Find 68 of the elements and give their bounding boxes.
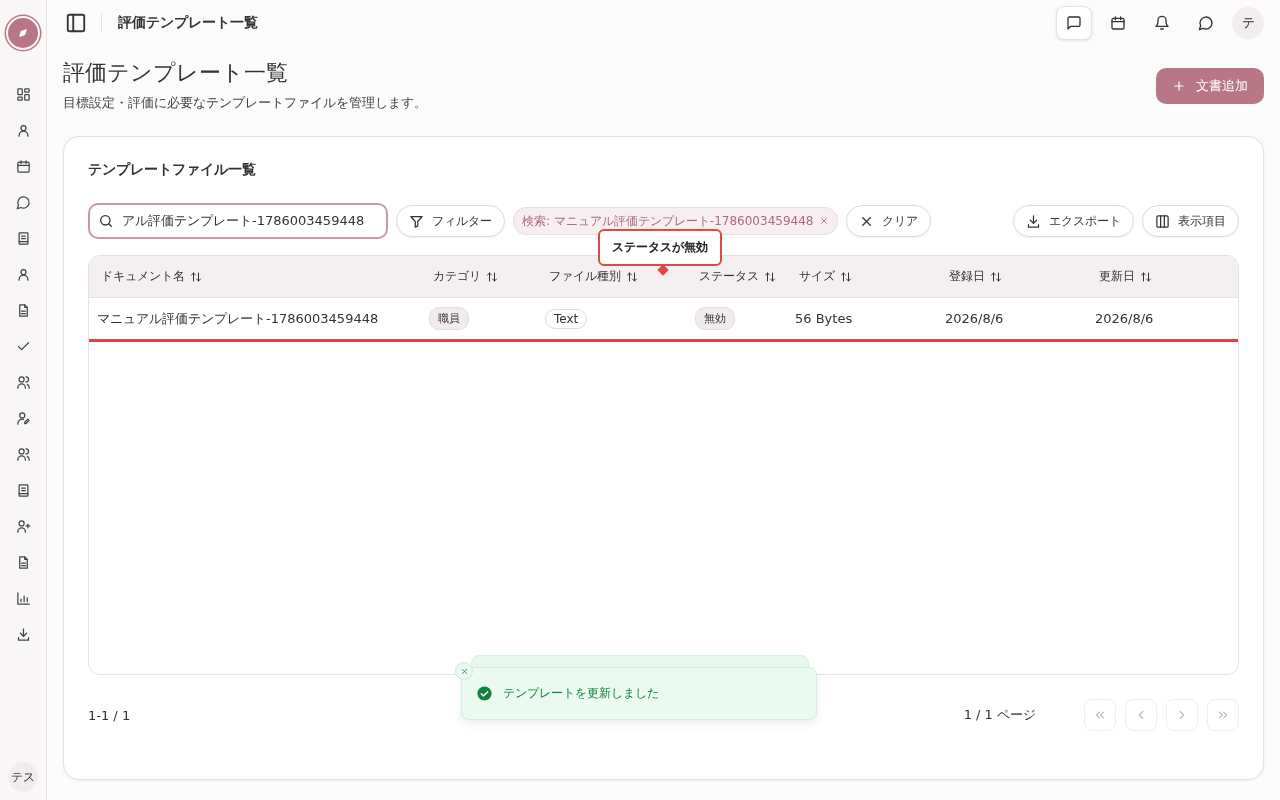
sort-icon	[626, 270, 638, 283]
page-indicator: 1 / 1 ページ	[963, 706, 1036, 724]
column-header[interactable]: ドキュメント名	[101, 268, 185, 285]
remove-filter-button[interactable]	[819, 216, 830, 226]
table-cell-text: 2026/8/6	[1095, 311, 1155, 326]
columns-icon	[1155, 213, 1170, 229]
tooltip-pointer	[657, 264, 669, 276]
table-cell-text: 2026/8/6	[945, 311, 1005, 326]
clear-button[interactable]: クリア	[846, 205, 932, 237]
page-heading: 評価テンプレート一覧	[63, 59, 289, 87]
sort-icon	[990, 270, 1002, 283]
page-title: 評価テンプレート一覧	[118, 14, 258, 32]
toolbar-button[interactable]	[1056, 6, 1092, 40]
export-button[interactable]: エクスポート	[1013, 205, 1134, 237]
result-range: 1-1 / 1	[88, 707, 131, 723]
column-header[interactable]: 更新日	[1099, 268, 1135, 285]
funnel-icon	[409, 213, 424, 229]
users-icon	[15, 374, 31, 390]
chat-bubble-icon	[15, 194, 31, 210]
tooltip: ステータスが無効	[598, 229, 722, 266]
download-icon	[15, 626, 31, 642]
dashboard-icon	[15, 86, 31, 102]
user-add-icon	[15, 518, 31, 534]
toast-message: テンプレートを更新しました	[503, 685, 659, 702]
table-cell-text: マニュアル評価テンプレート-1786003459448	[97, 309, 380, 328]
columns-button[interactable]: 表示項目	[1142, 205, 1239, 237]
bar-chart-icon	[15, 590, 31, 606]
close-icon	[459, 666, 469, 676]
close-icon	[819, 216, 830, 226]
sort-icon	[486, 270, 498, 283]
compass-logo[interactable]	[6, 16, 40, 50]
column-header[interactable]: カテゴリ	[433, 268, 481, 285]
status-tag: 無効	[695, 307, 735, 330]
filter-chip-label: 検索: マニュアル評価テンプレート-1786003459448	[522, 212, 814, 230]
user-avatar[interactable]: テス	[8, 762, 38, 792]
table-cell-text: 56 Bytes	[795, 311, 854, 326]
column-header[interactable]: サイズ	[799, 268, 835, 285]
message-icon	[1066, 15, 1082, 31]
bell-icon	[1154, 15, 1170, 31]
chevron-icon	[1093, 708, 1107, 722]
plus-icon	[1172, 79, 1186, 93]
notebook-icon	[15, 482, 31, 498]
download-icon	[1026, 213, 1041, 229]
file-type-tag: Text	[545, 308, 588, 329]
filter-button[interactable]: フィルター	[396, 205, 505, 237]
calendar-icon	[1110, 15, 1126, 31]
sort-icon	[840, 270, 852, 283]
sort-icon	[190, 270, 202, 283]
check-circle-icon	[476, 685, 493, 702]
column-header[interactable]: ファイル種別	[549, 268, 621, 285]
user-icon	[15, 266, 31, 282]
sidebar-icon	[65, 12, 87, 34]
notebook-icon	[15, 230, 31, 246]
user-avatar[interactable]: テ	[1232, 7, 1264, 39]
column-header[interactable]: 登録日	[949, 268, 985, 285]
search-field[interactable]: アル評価テンプレート-1786003459448	[88, 203, 388, 239]
users-icon	[15, 446, 31, 462]
user-icon	[15, 122, 31, 138]
chevron-icon	[1216, 708, 1230, 722]
sort-icon	[764, 270, 776, 283]
user-edit-icon	[15, 410, 31, 426]
calendar-icon	[15, 158, 31, 174]
category-tag: 職員	[429, 307, 469, 330]
page-description: 目標設定・評価に必要なテンプレートファイルを管理します。	[63, 94, 427, 112]
sort-icon	[1140, 270, 1152, 283]
card-title: テンプレートファイル一覧	[88, 161, 257, 179]
chat-bubble-icon	[1198, 15, 1214, 31]
column-header[interactable]: ステータス	[699, 268, 759, 285]
